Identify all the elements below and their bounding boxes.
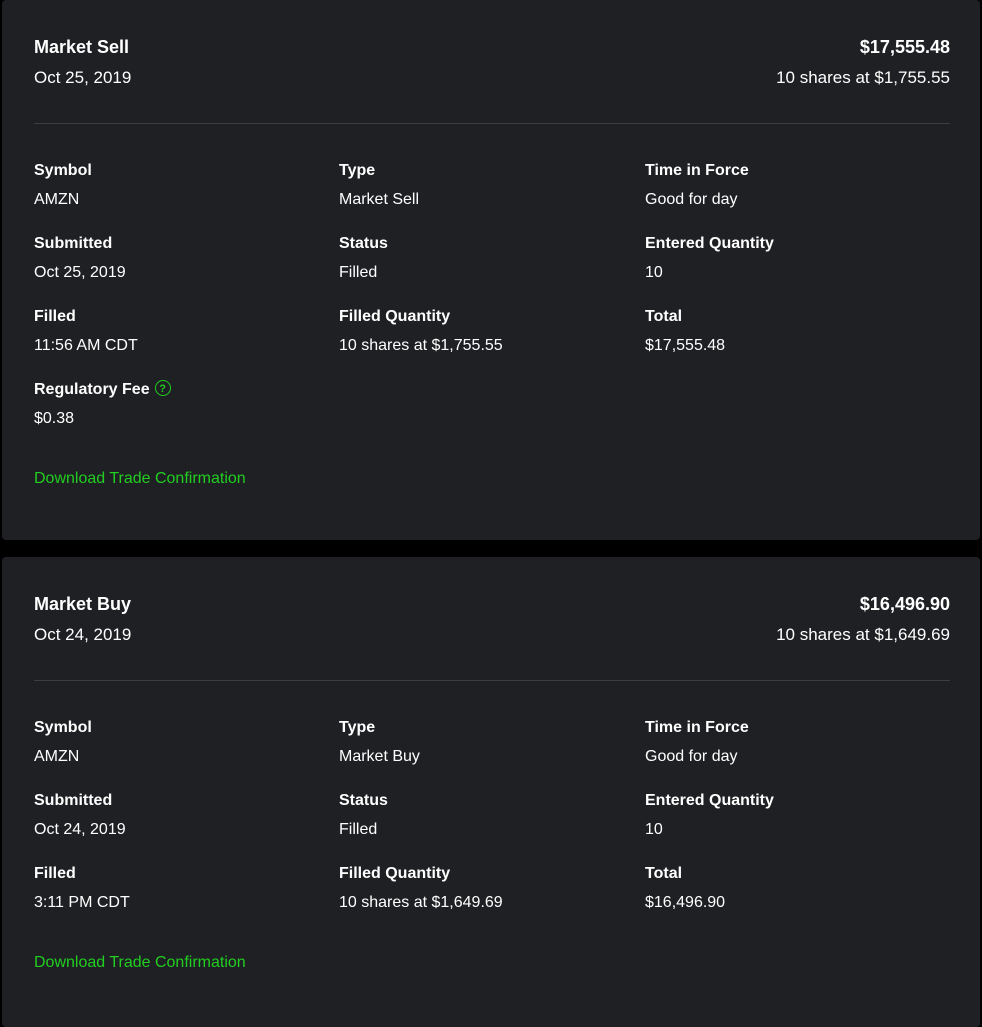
field-value: $17,555.48 — [645, 337, 726, 354]
field-label: Submitted — [34, 235, 113, 252]
field-filled: Filled 3:11 PM CDT — [34, 863, 324, 914]
field-time-in-force: Time in Force Good for day — [645, 160, 935, 211]
field-value: 3:11 PM CDT — [34, 894, 130, 911]
field-label: Entered Quantity — [645, 792, 774, 809]
field-entered-quantity: Entered Quantity 10 — [645, 790, 935, 841]
field-type: Type Market Buy — [339, 717, 629, 768]
field-label-row: Regulatory Fee? — [34, 379, 324, 401]
order-card-market-buy: Market Buy Oct 24, 2019 $16,496.90 10 sh… — [2, 557, 980, 1027]
field-value: Oct 25, 2019 — [34, 264, 126, 281]
field-value: Good for day — [645, 191, 738, 208]
field-submitted: Submitted Oct 24, 2019 — [34, 790, 324, 841]
field-value: AMZN — [34, 748, 80, 765]
field-symbol: Symbol AMZN — [34, 717, 324, 768]
field-value: $16,496.90 — [645, 894, 726, 911]
order-date: Oct 25, 2019 — [34, 68, 132, 87]
field-label: Status — [339, 792, 388, 809]
order-amount: $17,555.48 — [859, 37, 950, 57]
field-type: Type Market Sell — [339, 160, 629, 211]
order-date: Oct 24, 2019 — [34, 625, 132, 644]
help-icon[interactable]: ? — [154, 380, 171, 396]
field-total: Total $17,555.48 — [645, 306, 935, 357]
divider — [34, 680, 950, 681]
field-value: AMZN — [34, 191, 80, 208]
field-value: 10 shares at $1,649.69 — [339, 894, 503, 911]
field-label: Regulatory Fee — [34, 381, 150, 398]
field-regulatory-fee: Regulatory Fee? $0.38 — [34, 379, 324, 430]
field-filled-quantity: Filled Quantity 10 shares at $1,755.55 — [339, 306, 629, 357]
field-label: Total — [645, 308, 683, 325]
field-value: Oct 24, 2019 — [34, 821, 126, 838]
field-value: Filled — [339, 264, 378, 281]
order-summary: 10 shares at $1,755.55 — [776, 68, 950, 87]
order-amount: $16,496.90 — [859, 594, 950, 614]
field-label: Type — [339, 719, 376, 736]
field-submitted: Submitted Oct 25, 2019 — [34, 233, 324, 284]
field-filled-quantity: Filled Quantity 10 shares at $1,649.69 — [339, 863, 629, 914]
field-status: Status Filled — [339, 233, 629, 284]
download-trade-confirmation-link[interactable]: Download Trade Confirmation — [34, 952, 246, 974]
field-label: Symbol — [34, 719, 92, 736]
order-card-market-sell: Market Sell Oct 25, 2019 $17,555.48 10 s… — [2, 0, 980, 540]
field-symbol: Symbol AMZN — [34, 160, 324, 211]
field-label: Total — [645, 865, 683, 882]
field-time-in-force: Time in Force Good for day — [645, 717, 935, 768]
field-filled: Filled 11:56 AM CDT — [34, 306, 324, 357]
field-total: Total $16,496.90 — [645, 863, 935, 914]
field-value: Market Buy — [339, 748, 420, 765]
order-header: Market Buy Oct 24, 2019 $16,496.90 10 sh… — [34, 591, 950, 651]
field-value: 11:56 AM CDT — [34, 337, 138, 354]
field-label: Filled Quantity — [339, 865, 451, 882]
field-value: 10 — [645, 264, 663, 281]
field-label: Filled — [34, 865, 76, 882]
download-trade-confirmation-link[interactable]: Download Trade Confirmation — [34, 468, 246, 490]
field-value: Good for day — [645, 748, 738, 765]
order-summary: 10 shares at $1,649.69 — [776, 625, 950, 644]
field-label: Time in Force — [645, 162, 749, 179]
order-title: Market Sell — [34, 37, 130, 57]
field-status: Status Filled — [339, 790, 629, 841]
field-label: Filled Quantity — [339, 308, 451, 325]
field-label: Symbol — [34, 162, 92, 179]
field-label: Filled — [34, 308, 76, 325]
field-value: Filled — [339, 821, 378, 838]
field-value: $0.38 — [34, 410, 75, 427]
field-value: Market Sell — [339, 191, 420, 208]
order-header: Market Sell Oct 25, 2019 $17,555.48 10 s… — [34, 34, 950, 94]
field-label: Time in Force — [645, 719, 749, 736]
order-title: Market Buy — [34, 594, 132, 614]
field-label: Submitted — [34, 792, 113, 809]
field-label: Type — [339, 162, 376, 179]
field-label: Status — [339, 235, 388, 252]
field-entered-quantity: Entered Quantity 10 — [645, 233, 935, 284]
field-value: 10 shares at $1,755.55 — [339, 337, 503, 354]
field-value: 10 — [645, 821, 663, 838]
field-label: Entered Quantity — [645, 235, 774, 252]
divider — [34, 123, 950, 124]
